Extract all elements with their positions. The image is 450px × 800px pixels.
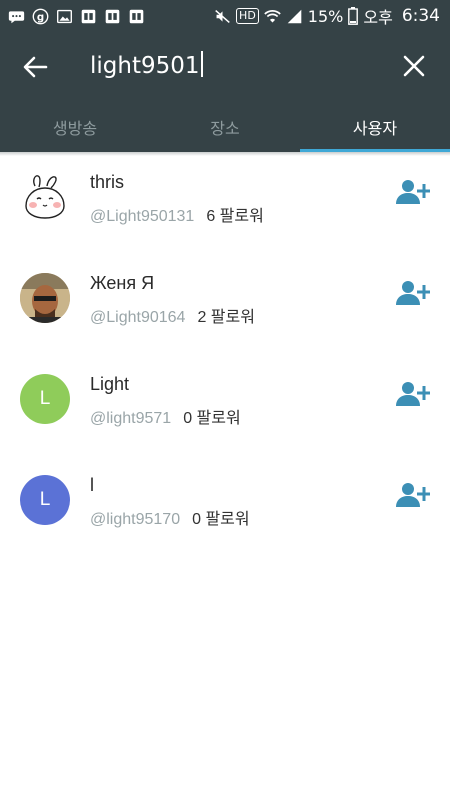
user-handle: @Light950131 — [90, 208, 195, 225]
text-cursor — [200, 51, 203, 77]
add-user-icon[interactable] — [396, 279, 430, 309]
user-meta: @Light90164 2 팔로워 — [90, 303, 255, 327]
avatar — [20, 273, 70, 323]
arrow-left-icon[interactable] — [20, 52, 50, 82]
user-handle: @light95170 — [90, 511, 181, 528]
time-ampm: 오후 — [363, 8, 393, 27]
wifi-icon — [264, 9, 281, 22]
user-name: thris — [90, 172, 125, 192]
follower-count: 2 팔로워 — [197, 309, 255, 326]
system-status: HD 15% 오후 6:34 — [214, 4, 440, 28]
mute-icon — [215, 9, 230, 23]
search-tabs: 생방송 장소 사용자 — [0, 102, 450, 152]
svg-text:g: g — [37, 12, 44, 23]
signal-icon — [287, 9, 302, 23]
tab-users-label: 사용자 — [352, 119, 398, 138]
user-name: Женя Я — [90, 273, 155, 293]
battery-percent: 15% — [307, 6, 344, 26]
app-notif-icon — [105, 9, 120, 23]
follower-count: 0 팔로워 — [183, 410, 241, 427]
avatar: L — [20, 374, 70, 424]
avatar-letter: L — [39, 388, 51, 409]
list-item[interactable]: thris @Light950131 6 팔로워 — [0, 152, 450, 253]
tab-places-label: 장소 — [210, 119, 240, 138]
tab-users[interactable]: 사용자 — [300, 102, 450, 152]
list-item[interactable]: L l @light95170 0 팔로워 — [0, 455, 450, 556]
add-user-icon[interactable] — [396, 380, 430, 410]
avatar — [20, 172, 70, 222]
list-item[interactable]: Женя Я @Light90164 2 팔로워 — [0, 253, 450, 354]
avatar-letter: L — [39, 489, 51, 510]
user-name: l — [90, 475, 94, 495]
close-icon[interactable] — [400, 52, 428, 80]
follower-count: 6 팔로워 — [206, 208, 264, 225]
add-user-icon[interactable] — [396, 481, 430, 511]
notification-icons: g — [8, 5, 145, 27]
tab-live-label: 생방송 — [52, 119, 98, 138]
image-icon — [57, 9, 72, 23]
clock: 6:34 — [401, 6, 440, 26]
follower-count: 0 팔로워 — [192, 511, 250, 528]
user-handle: @light9571 — [90, 410, 172, 427]
battery-icon — [348, 7, 359, 25]
list-item[interactable]: L Light @light9571 0 팔로워 — [0, 354, 450, 455]
tab-places[interactable]: 장소 — [150, 102, 300, 152]
user-handle: @Light90164 — [90, 309, 186, 326]
app-notif-icon — [129, 9, 144, 23]
tab-live[interactable]: 생방송 — [0, 102, 150, 152]
user-photo-avatar — [20, 273, 70, 323]
rabbit-sticker-avatar — [25, 175, 65, 219]
add-user-icon[interactable] — [396, 178, 430, 208]
user-list: thris @Light950131 6 팔로워 Женя Я @Light901… — [0, 152, 450, 556]
search-input[interactable]: light9501 — [90, 50, 203, 82]
app-notif-icon — [81, 9, 96, 23]
avatar: L — [20, 475, 70, 525]
user-meta: @Light950131 6 팔로워 — [90, 202, 264, 226]
hd-icon: HD — [236, 8, 259, 24]
user-meta: @light95170 0 팔로워 — [90, 505, 250, 529]
g-circle-icon: g — [32, 8, 49, 24]
search-query: light9501 — [90, 53, 200, 79]
status-bar: g HD 15% 오후 6:34 — [0, 0, 450, 32]
user-meta: @light9571 0 팔로워 — [90, 404, 241, 428]
user-name: Light — [90, 374, 130, 394]
message-icon — [8, 10, 25, 23]
search-header: light9501 — [0, 32, 450, 102]
